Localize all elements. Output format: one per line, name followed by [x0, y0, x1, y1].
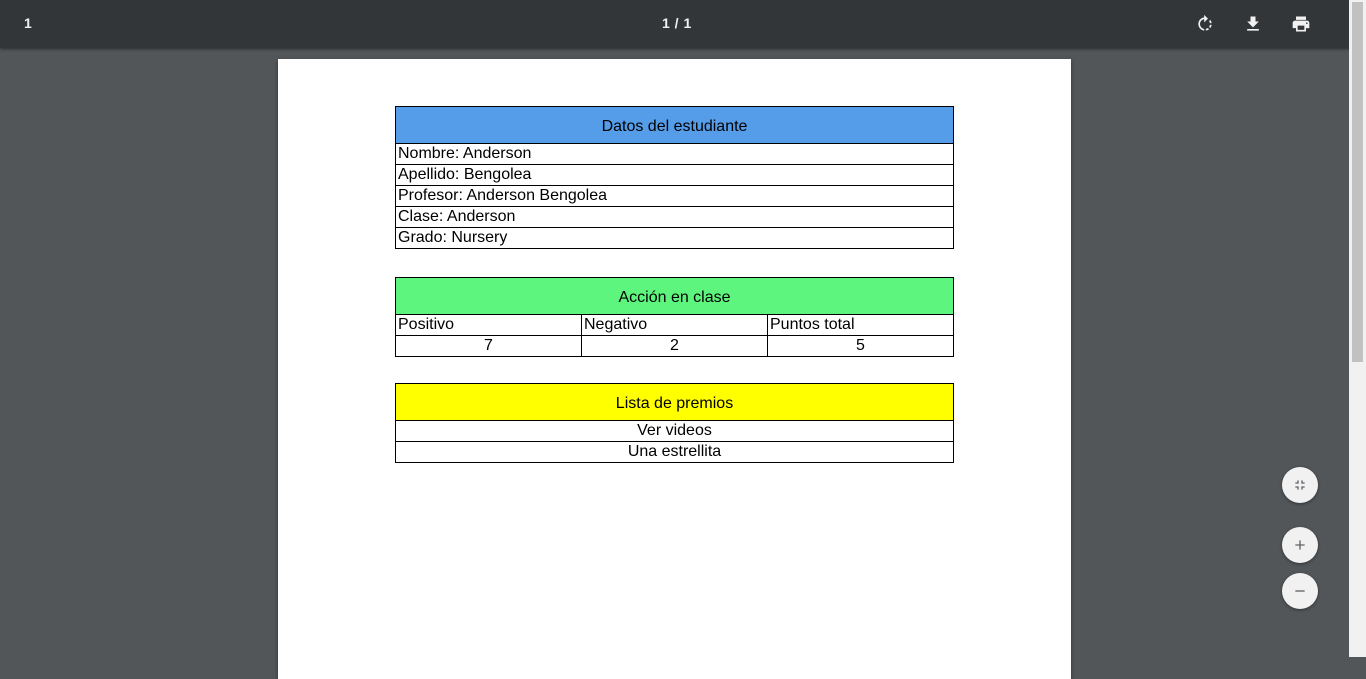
- prizes-table: Lista de premios Ver videos Una estrelli…: [395, 383, 954, 463]
- student-table-header: Datos del estudiante: [395, 106, 954, 144]
- vertical-scrollbar[interactable]: [1349, 0, 1366, 657]
- negative-column-header: Negativo: [581, 314, 768, 336]
- student-data-table: Datos del estudiante Nombre: Anderson Ap…: [395, 106, 954, 249]
- action-table-header: Acción en clase: [395, 277, 954, 315]
- pdf-page: Datos del estudiante Nombre: Anderson Ap…: [278, 59, 1071, 679]
- class-action-table: Acción en clase Positivo Negativo Puntos…: [395, 277, 954, 357]
- negative-value: 2: [581, 335, 768, 357]
- rotate-button[interactable]: [1191, 10, 1219, 38]
- zoom-in-button[interactable]: [1282, 527, 1318, 563]
- positive-value: 7: [395, 335, 582, 357]
- zoom-out-button[interactable]: [1282, 573, 1318, 609]
- prize-item: Ver videos: [395, 420, 954, 442]
- scrollbar-thumb[interactable]: [1352, 2, 1363, 362]
- print-icon: [1292, 16, 1310, 32]
- download-icon: [1247, 16, 1259, 31]
- prizes-table-header: Lista de premios: [395, 383, 954, 421]
- fit-to-page-icon: [1295, 480, 1305, 490]
- rotate-icon: [1198, 14, 1212, 31]
- download-button[interactable]: [1239, 10, 1267, 38]
- total-points-value: 5: [767, 335, 954, 357]
- positive-column-header: Positivo: [395, 314, 582, 336]
- student-name-cell: Nombre: Anderson: [395, 143, 954, 165]
- fit-to-page-button[interactable]: [1282, 467, 1318, 503]
- zoom-out-icon: [1295, 590, 1305, 592]
- print-button[interactable]: [1287, 10, 1315, 38]
- page-indicator: 1 / 1: [662, 15, 692, 31]
- zoom-in-icon: [1295, 540, 1305, 550]
- total-points-column-header: Puntos total: [767, 314, 954, 336]
- student-grade-cell: Grado: Nursery: [395, 227, 954, 249]
- student-class-cell: Clase: Anderson: [395, 206, 954, 228]
- document-title: 1: [24, 15, 32, 31]
- pdf-toolbar: 1 1 / 1: [0, 0, 1366, 48]
- student-teacher-cell: Profesor: Anderson Bengolea: [395, 185, 954, 207]
- prize-item: Una estrellita: [395, 441, 954, 463]
- student-lastname-cell: Apellido: Bengolea: [395, 164, 954, 186]
